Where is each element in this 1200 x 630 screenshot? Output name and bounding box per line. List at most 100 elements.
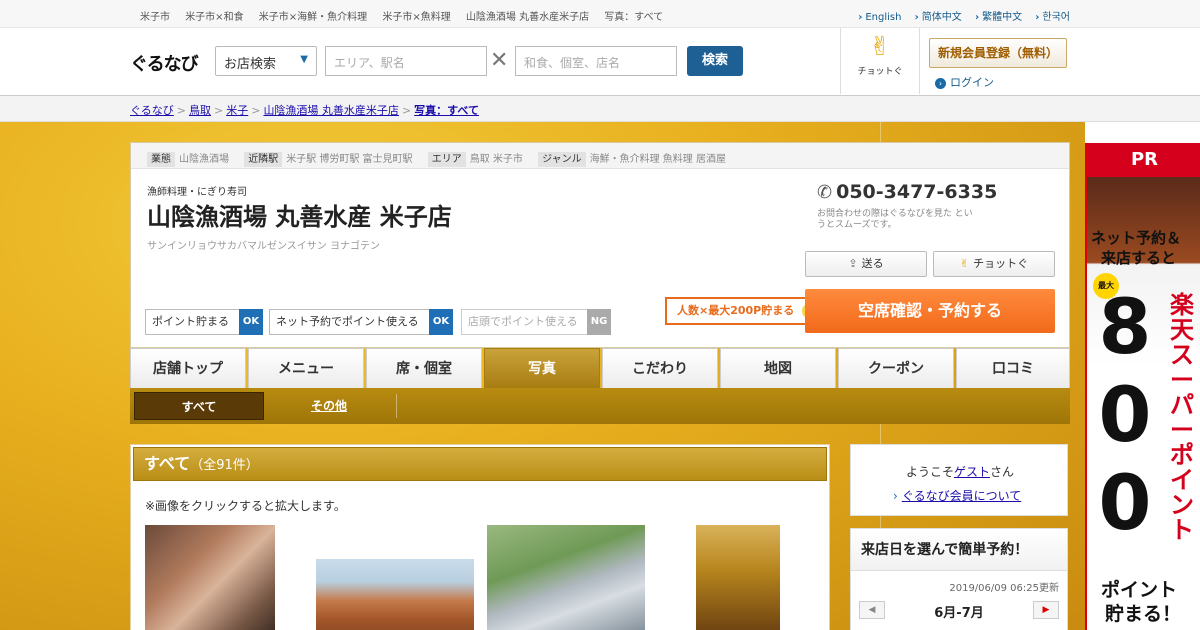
tab-top[interactable]: 店舗トップ	[130, 348, 246, 388]
chotto-link[interactable]: ✌ チョットぐ	[840, 28, 920, 94]
ad-line1: ネット予約＆	[1091, 229, 1182, 247]
shop-kana: サンインリョウサカバマルゼンスイサン ヨナゴテン	[147, 241, 380, 252]
point-status: OK	[239, 309, 263, 335]
tab-menu[interactable]: メニュー	[248, 348, 364, 388]
point-label: 店頭でポイント使える	[468, 315, 578, 328]
search-mode-select[interactable]: お店検索 ▼	[215, 46, 317, 76]
shop-tabs: 店舗トップ メニュー 席・個室 写真 こだわり 地図 クーポン 口コミ	[130, 348, 1070, 388]
welcome-text: ようこそゲストさん	[851, 463, 1069, 480]
photo-fish[interactable]	[487, 525, 645, 630]
phone-number: 050-3477-6335	[836, 181, 998, 203]
search-mode-value: お店検索	[224, 57, 277, 72]
point-label: ポイント貯まる	[152, 315, 229, 328]
point-label: ネット予約でポイント使える	[276, 315, 419, 328]
shop-phone: ✆ 050-3477-6335	[817, 181, 997, 203]
keyword-input[interactable]: 和食、個室、店名	[515, 46, 677, 76]
photo-section-header: すべて（全91件）	[133, 447, 827, 481]
ad-line3: ポイント	[1101, 579, 1178, 601]
point-promo[interactable]: 人数×最大200P貯まる ?	[665, 297, 827, 325]
calendar-updated: 2019/06/09 06:25更新	[949, 583, 1059, 594]
top-link[interactable]: 米子市×魚料理	[382, 12, 450, 23]
chotto-label: チョットぐ	[857, 67, 903, 77]
tag-key: 業態	[147, 152, 175, 167]
ad-line2: 来店すると	[1101, 249, 1177, 267]
tag-key: ジャンル	[538, 152, 586, 167]
shop-subtitle: 漁師料理・にぎり寿司	[147, 187, 247, 198]
photo-sashimi-platter[interactable]	[145, 525, 275, 630]
lang-simplified-chinese[interactable]: 简体中文	[915, 12, 962, 23]
breadcrumb-current[interactable]: 写真：すべて	[414, 104, 479, 117]
breadcrumb-item[interactable]: 米子	[226, 104, 248, 117]
share-icon: ⇪	[848, 257, 858, 270]
ad-points-number: 800	[1098, 282, 1152, 547]
site-header: ぐるなび お店検索 ▼ エリア、駅名 ✕ 和食、個室、店名 検索 ✌ チョットぐ…	[0, 28, 1200, 96]
breadcrumb: ぐるなび > 鳥取 > 米子 > 山陰漁酒場 丸善水産米子店 > 写真：すべて	[130, 102, 479, 118]
chotto-hands-icon: ✌	[959, 257, 970, 270]
subtab-other[interactable]: その他	[264, 392, 394, 420]
login-link[interactable]: › ログイン	[935, 74, 994, 90]
tag-value: 鳥取 米子市	[469, 154, 523, 165]
tag-key: エリア	[427, 152, 466, 167]
calendar-prev-button[interactable]: ◀	[859, 601, 885, 619]
photo-oden-sign[interactable]	[696, 525, 780, 630]
breadcrumb-separator: >	[176, 104, 186, 117]
reserve-button[interactable]: 空席確認・予約する	[805, 289, 1055, 333]
cross-icon: ✕	[490, 48, 509, 73]
photo-note: ※画像をクリックすると拡大します。	[145, 499, 346, 513]
tab-kodawari[interactable]: こだわり	[602, 348, 718, 388]
photo-subtabs: すべて その他	[130, 388, 1070, 424]
top-link[interactable]: 米子市×和食	[185, 12, 243, 23]
calendar-next-button[interactable]: ▶	[1033, 601, 1059, 619]
rakuten-ad-banner[interactable]: PR ネット予約＆ 来店すると 最大 800 楽天スーパーポイント ポイント 貯…	[1085, 143, 1200, 630]
phone-icon: ✆	[817, 182, 833, 203]
promo-label: 人数×最大200P貯まる	[677, 304, 795, 317]
top-bar: 米子市 米子市×和食 米子市×海鮮・魚介料理 米子市×魚料理 山陰漁酒場 丸善水…	[0, 0, 1200, 28]
tag-value: 海鮮・魚介料理 魚料理 居酒屋	[589, 154, 726, 165]
top-link[interactable]: 米子市×海鮮・魚介料理	[259, 12, 367, 23]
top-link[interactable]: 米子市	[140, 12, 170, 23]
search-button[interactable]: 検索	[687, 46, 743, 76]
lang-english[interactable]: English	[858, 12, 901, 23]
area-input[interactable]: エリア、駅名	[325, 46, 487, 76]
point-net-use-badge: ネット予約でポイント使える OK	[269, 309, 453, 335]
register-button[interactable]: 新規会員登録（無料）	[929, 38, 1067, 68]
breadcrumb-item[interactable]: 鳥取	[189, 104, 211, 117]
welcome-suffix: さん	[990, 465, 1015, 479]
tab-map[interactable]: 地図	[720, 348, 836, 388]
language-links: English 简体中文 繁體中文 한국어	[848, 8, 1070, 23]
send-button[interactable]: ⇪ 送る	[805, 251, 927, 277]
photo-crab[interactable]	[316, 559, 474, 630]
calendar-title: 来店日を選んで簡単予約！	[851, 529, 1067, 571]
breadcrumb-item[interactable]: ぐるなび	[130, 104, 174, 117]
chotto-hands-icon: ✌	[869, 32, 891, 62]
photo-count: （全91件）	[190, 458, 259, 473]
tab-photos[interactable]: 写真	[484, 348, 600, 388]
breadcrumb-separator: >	[214, 104, 224, 117]
lang-traditional-chinese[interactable]: 繁體中文	[975, 12, 1022, 23]
point-status: NG	[587, 309, 611, 335]
chotto-button[interactable]: ✌ チョットぐ	[933, 251, 1055, 277]
photo-panel: すべて（全91件） ※画像をクリックすると拡大します。	[130, 444, 830, 630]
gurunavi-logo[interactable]: ぐるなび	[130, 50, 199, 76]
top-link[interactable]: 写真：すべて	[604, 12, 663, 23]
point-status: OK	[429, 309, 453, 335]
welcome-box: ようこそゲストさん ぐるなび会員について	[850, 444, 1068, 516]
tab-coupon[interactable]: クーポン	[838, 348, 954, 388]
welcome-prefix: ようこそ	[905, 465, 954, 479]
lang-korean[interactable]: 한국어	[1035, 12, 1070, 23]
member-info-link[interactable]: ぐるなび会員について	[893, 487, 1021, 504]
arrow-circle-icon: ›	[935, 77, 946, 89]
breadcrumb-bar: ぐるなび > 鳥取 > 米子 > 山陰漁酒場 丸善水産米子店 > 写真：すべて	[0, 96, 1200, 122]
shop-info-card: 業態 山陰漁酒場 近隣駅 米子駅 博労町駅 富士見町駅 エリア 鳥取 米子市 ジャンル…	[130, 142, 1070, 348]
tab-reviews[interactable]: 口コミ	[956, 348, 1070, 388]
send-label: 送る	[861, 257, 884, 270]
subtab-all[interactable]: すべて	[134, 392, 264, 420]
top-link[interactable]: 山陰漁酒場 丸善水産米子店	[466, 12, 589, 23]
tab-seats[interactable]: 席・個室	[366, 348, 482, 388]
ad-pr-label: PR	[1087, 143, 1200, 177]
login-label: ログイン	[950, 76, 994, 89]
guest-link[interactable]: ゲスト	[954, 465, 990, 479]
tag-key: 近隣駅	[244, 152, 283, 167]
breadcrumb-item[interactable]: 山陰漁酒場 丸善水産米子店	[263, 104, 399, 117]
breadcrumb-separator: >	[251, 104, 261, 117]
